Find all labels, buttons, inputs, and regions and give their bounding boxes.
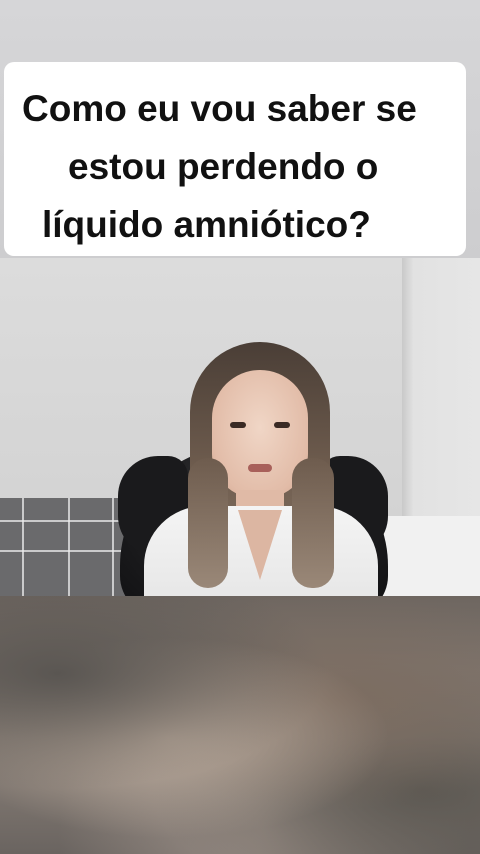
video-scene <box>0 258 480 596</box>
caption-line-2: estou perdendo o <box>68 146 379 187</box>
presenter-eye-left <box>230 422 246 428</box>
presenter-eye-right <box>274 422 290 428</box>
blanket-stripe <box>112 498 114 596</box>
presenter-hair-right <box>292 458 334 588</box>
caption-line-3: líquido amniótico? <box>42 204 371 245</box>
presenter-mouth <box>248 464 272 472</box>
video-frame: Como eu vou saber se estou perdendo o lí… <box>0 0 480 854</box>
caption-line-1: Como eu vou saber se <box>22 88 417 129</box>
caption-card: Como eu vou saber se estou perdendo o lí… <box>4 62 466 256</box>
background-wall <box>402 258 480 518</box>
presenter-hair-left <box>188 458 228 588</box>
blurred-background <box>0 596 480 854</box>
blanket-stripe <box>22 498 24 596</box>
blanket-stripe <box>68 498 70 596</box>
